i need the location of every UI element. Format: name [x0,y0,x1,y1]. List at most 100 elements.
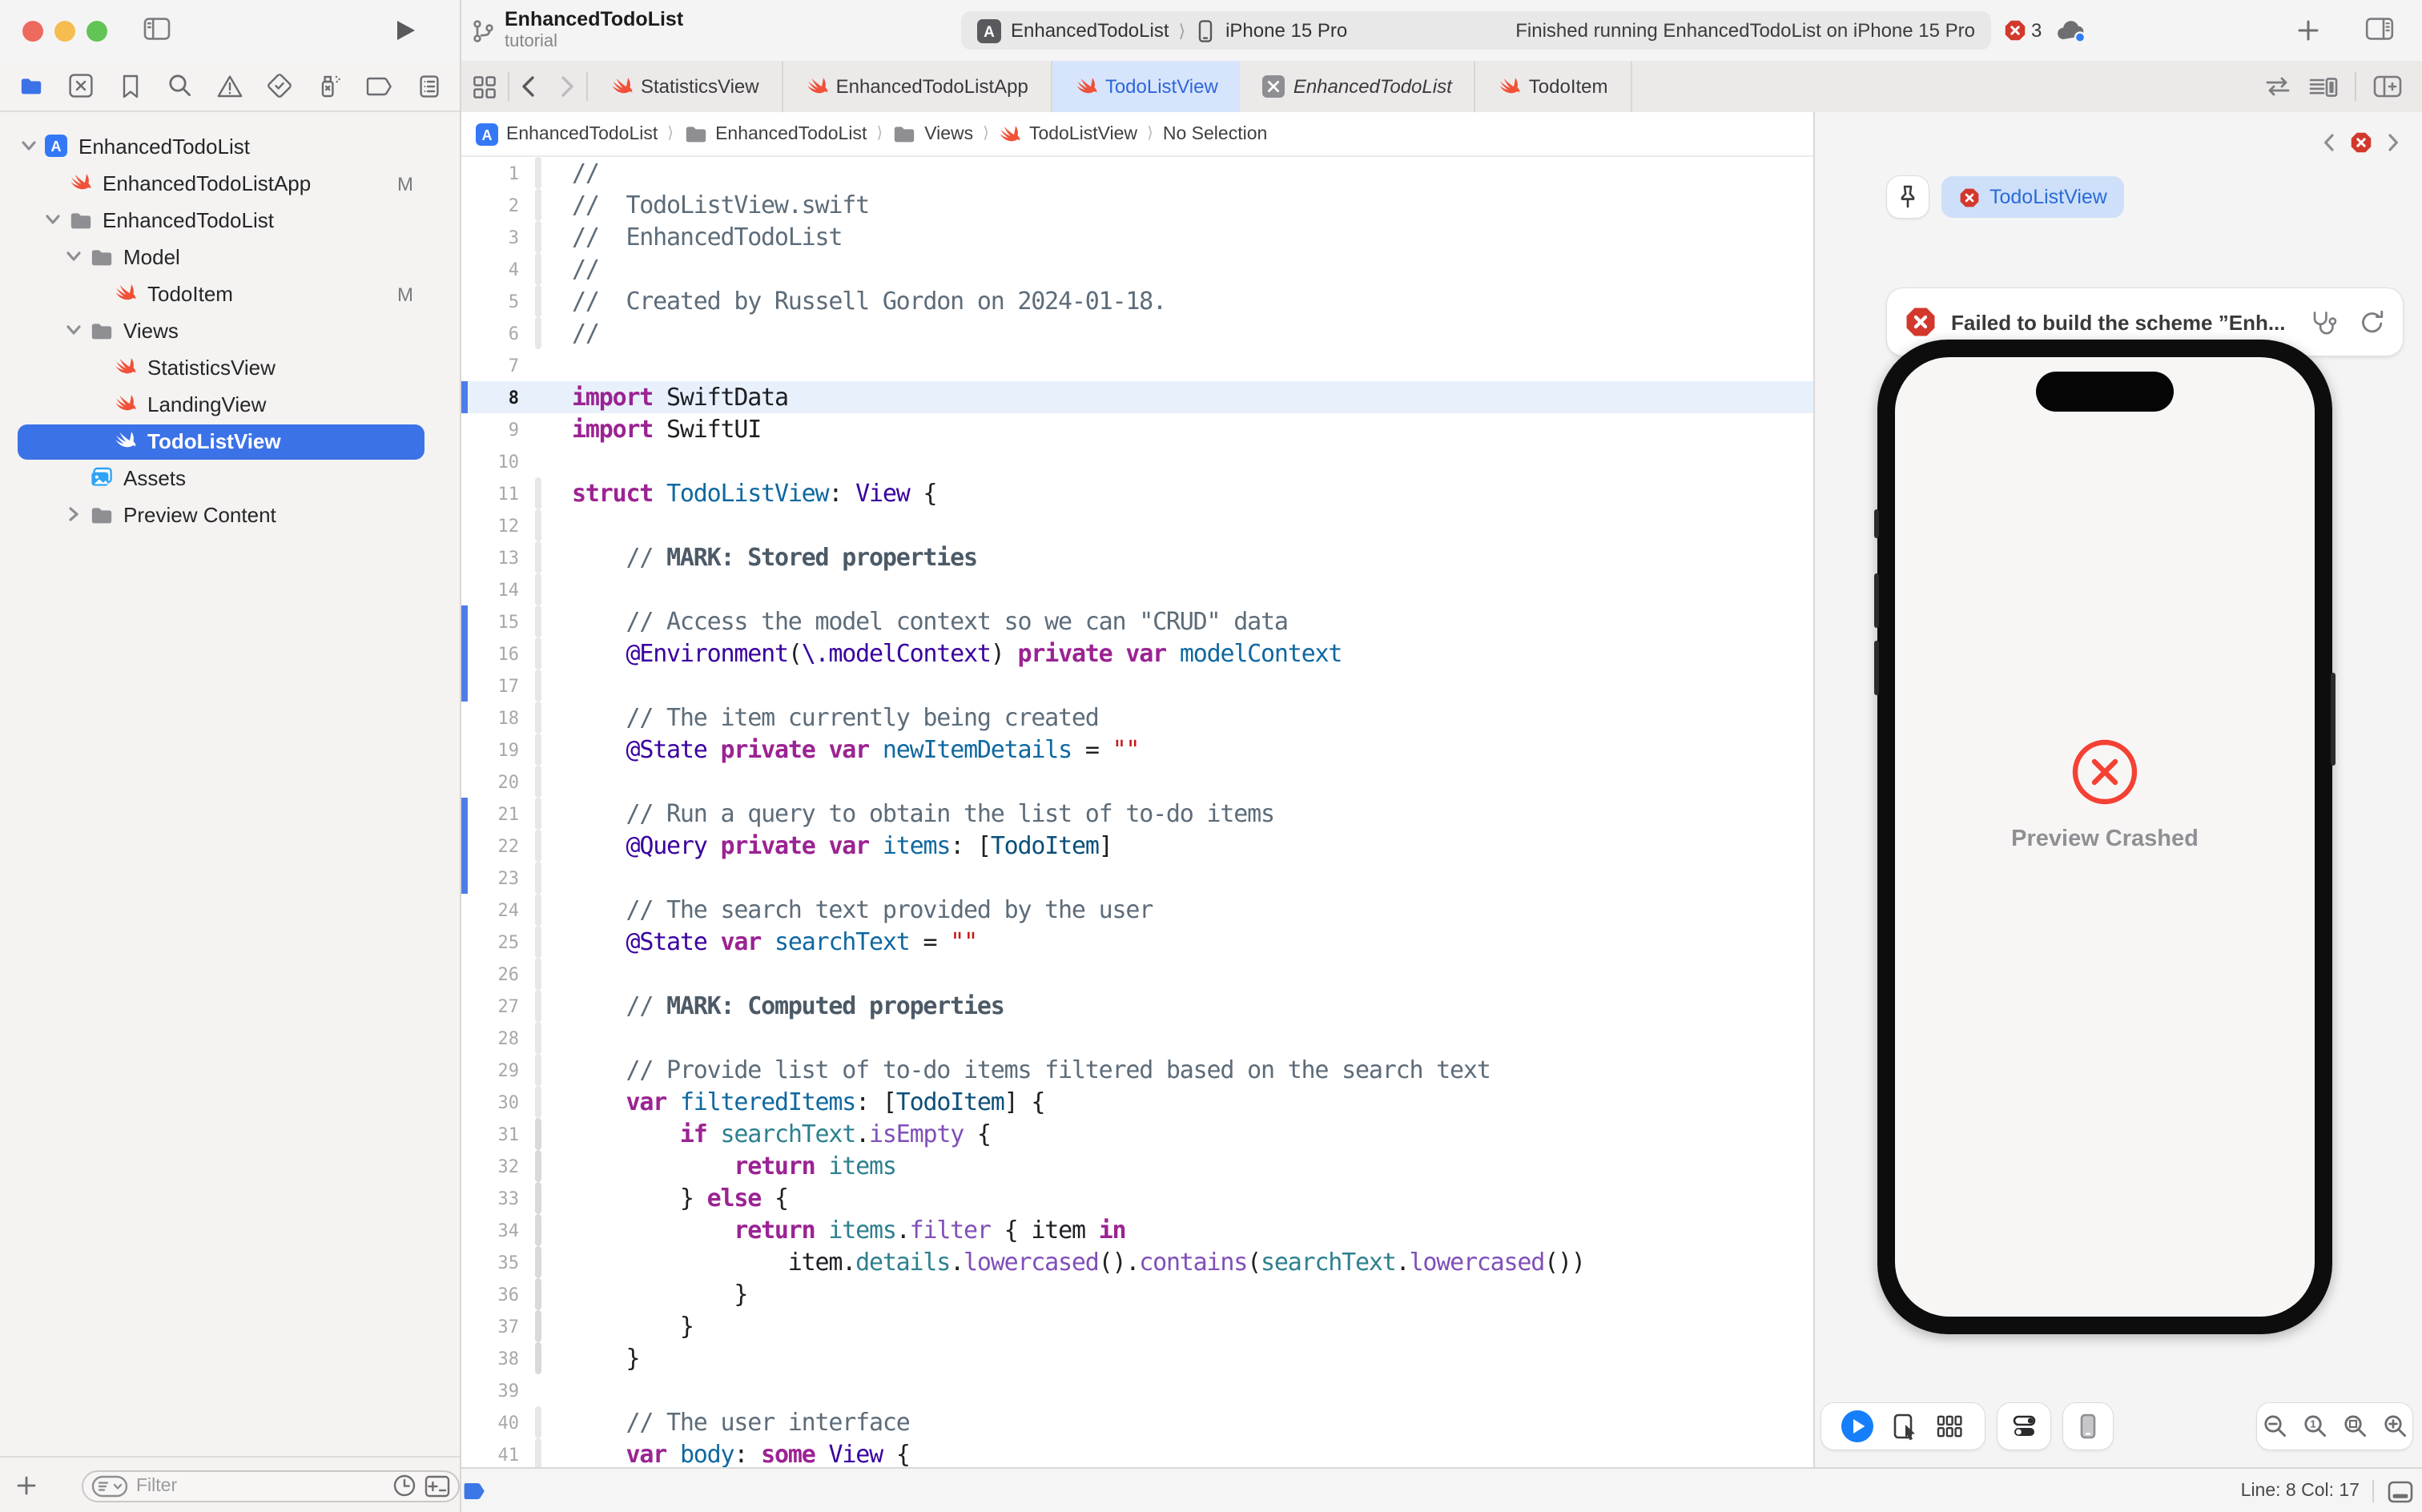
line-number[interactable]: 10 [461,451,529,472]
line-number[interactable]: 38 [461,1348,529,1369]
code-line-17[interactable]: 17 [461,670,1813,702]
code-line-8[interactable]: 8import SwiftData [461,381,1813,413]
debug-icon[interactable] [312,68,348,103]
code-line-6[interactable]: 6// [461,317,1813,349]
code-line-2[interactable]: 2// TodoListView.swift [461,189,1813,221]
tree-item-enhancedtodolist[interactable]: EnhancedTodoList [0,202,460,239]
editor-tab-todoitem[interactable]: TodoItem [1476,61,1632,112]
previous-issue-icon[interactable] [2323,133,2336,152]
code-line-33[interactable]: 33 } else { [461,1182,1813,1214]
code-line-27[interactable]: 27 // MARK: Computed properties [461,990,1813,1022]
editor-tab-statisticsview[interactable]: StatisticsView [588,61,783,112]
tree-item-todolistview[interactable]: TodoListViewM [0,423,460,460]
tree-item-assets[interactable]: Assets [0,460,460,497]
pin-preview-button[interactable] [1887,176,1929,218]
tree-item-landingview[interactable]: LandingView [0,386,460,423]
tree-item-enhancedtodolistapp[interactable]: EnhancedTodoListAppM [0,165,460,202]
code-line-4[interactable]: 4// [461,253,1813,285]
code-line-22[interactable]: 22 @Query private var items: [TodoItem] [461,830,1813,862]
toggle-navigator-icon[interactable] [143,16,171,42]
back-icon[interactable] [509,61,548,112]
add-editor-icon[interactable] [2372,74,2403,99]
editor-tab-enhancedtodolistapp[interactable]: EnhancedTodoListApp [783,61,1052,112]
run-button[interactable] [394,18,416,43]
recent-files-icon[interactable] [392,1474,416,1498]
breadcrumb-item[interactable]: TodoListView [999,123,1137,145]
code-line-38[interactable]: 38 } [461,1342,1813,1374]
forward-icon[interactable] [548,61,586,112]
zoom-window-button[interactable] [86,21,107,42]
diagnostics-icon[interactable] [2310,308,2340,336]
code-line-29[interactable]: 29 // Provide list of to-do items filter… [461,1054,1813,1086]
disclosure-down-icon[interactable] [64,320,83,340]
editor-tab-todolistview[interactable]: TodoListView [1052,61,1241,112]
close-window-button[interactable] [22,21,43,42]
code-line-11[interactable]: 11struct TodoListView: View { [461,477,1813,509]
zoom-in-icon[interactable] [2381,1413,2408,1440]
line-number[interactable]: 41 [461,1444,529,1465]
line-number[interactable]: 1 [461,163,529,183]
tree-item-todoitem[interactable]: TodoItemM [0,275,460,312]
zoom-out-icon[interactable] [2261,1413,2288,1440]
device-button[interactable] [2063,1403,2113,1450]
line-number[interactable]: 28 [461,1027,529,1048]
code-line-25[interactable]: 25 @State var searchText = "" [461,926,1813,958]
line-number[interactable]: 39 [461,1380,529,1401]
line-number[interactable]: 34 [461,1220,529,1241]
code-line-26[interactable]: 26 [461,958,1813,990]
device-settings-button[interactable] [1998,1403,2050,1450]
line-number[interactable]: 37 [461,1316,529,1337]
code-line-31[interactable]: 31 if searchText.isEmpty { [461,1118,1813,1150]
code-line-20[interactable]: 20 [461,766,1813,798]
run-destination[interactable]: iPhone 15 Pro [1225,19,1347,42]
related-items-icon[interactable] [461,61,508,112]
tree-item-preview-content[interactable]: Preview Content [0,497,460,533]
line-number[interactable]: 21 [461,803,529,824]
disclosure-down-icon[interactable] [19,136,38,155]
line-number[interactable]: 40 [461,1412,529,1433]
add-tab-icon[interactable] [2295,18,2321,43]
breadcrumb-item[interactable]: No Selection [1163,124,1267,143]
code-line-30[interactable]: 30 var filteredItems: [TodoItem] { [461,1086,1813,1118]
line-number[interactable]: 5 [461,291,529,312]
retry-preview-icon[interactable] [2360,308,2385,336]
code-line-19[interactable]: 19 @State private var newItemDetails = "… [461,734,1813,766]
line-number[interactable]: 2 [461,195,529,215]
flags-filter-icon[interactable] [424,1474,450,1497]
line-number[interactable]: 7 [461,355,529,376]
line-number[interactable]: 25 [461,931,529,952]
variants-mode-icon[interactable] [1937,1414,1965,1438]
line-number[interactable]: 14 [461,579,529,600]
tests-icon[interactable] [262,68,297,103]
disclosure-down-icon[interactable] [43,210,62,229]
zoom-100-icon[interactable]: 1 [2301,1413,2328,1440]
code-line-21[interactable]: 21 // Run a query to obtain the list of … [461,798,1813,830]
line-number[interactable]: 33 [461,1188,529,1208]
line-number[interactable]: 16 [461,643,529,664]
disclosure-down-icon[interactable] [64,247,83,266]
code-line-15[interactable]: 15 // Access the model context so we can… [461,605,1813,637]
code-line-9[interactable]: 9import SwiftUI [461,413,1813,445]
code-line-18[interactable]: 18 // The item currently being created [461,702,1813,734]
line-number[interactable]: 31 [461,1124,529,1144]
line-number[interactable]: 12 [461,515,529,536]
line-number[interactable]: 17 [461,675,529,696]
zoom-fit-icon[interactable] [2341,1413,2368,1440]
project-navigator-icon[interactable] [13,68,48,103]
line-number[interactable]: 27 [461,995,529,1016]
line-number[interactable]: 22 [461,835,529,856]
line-number[interactable]: 30 [461,1092,529,1112]
toggle-debug-area-icon[interactable] [2387,1479,2414,1503]
filter-field[interactable]: Filter [82,1470,460,1502]
line-number[interactable]: 9 [461,419,529,440]
line-number[interactable]: 6 [461,323,529,344]
bookmarks-icon[interactable] [113,68,148,103]
scheme-target[interactable]: EnhancedTodoList [1011,19,1169,42]
reports-icon[interactable] [412,68,447,103]
tree-item-model[interactable]: Model [0,239,460,275]
source-control-icon[interactable] [62,68,98,103]
line-number[interactable]: 23 [461,867,529,888]
error-count-badge[interactable]: 3 [2004,19,2042,42]
code-line-1[interactable]: 1// [461,157,1813,189]
code-line-10[interactable]: 10 [461,445,1813,477]
